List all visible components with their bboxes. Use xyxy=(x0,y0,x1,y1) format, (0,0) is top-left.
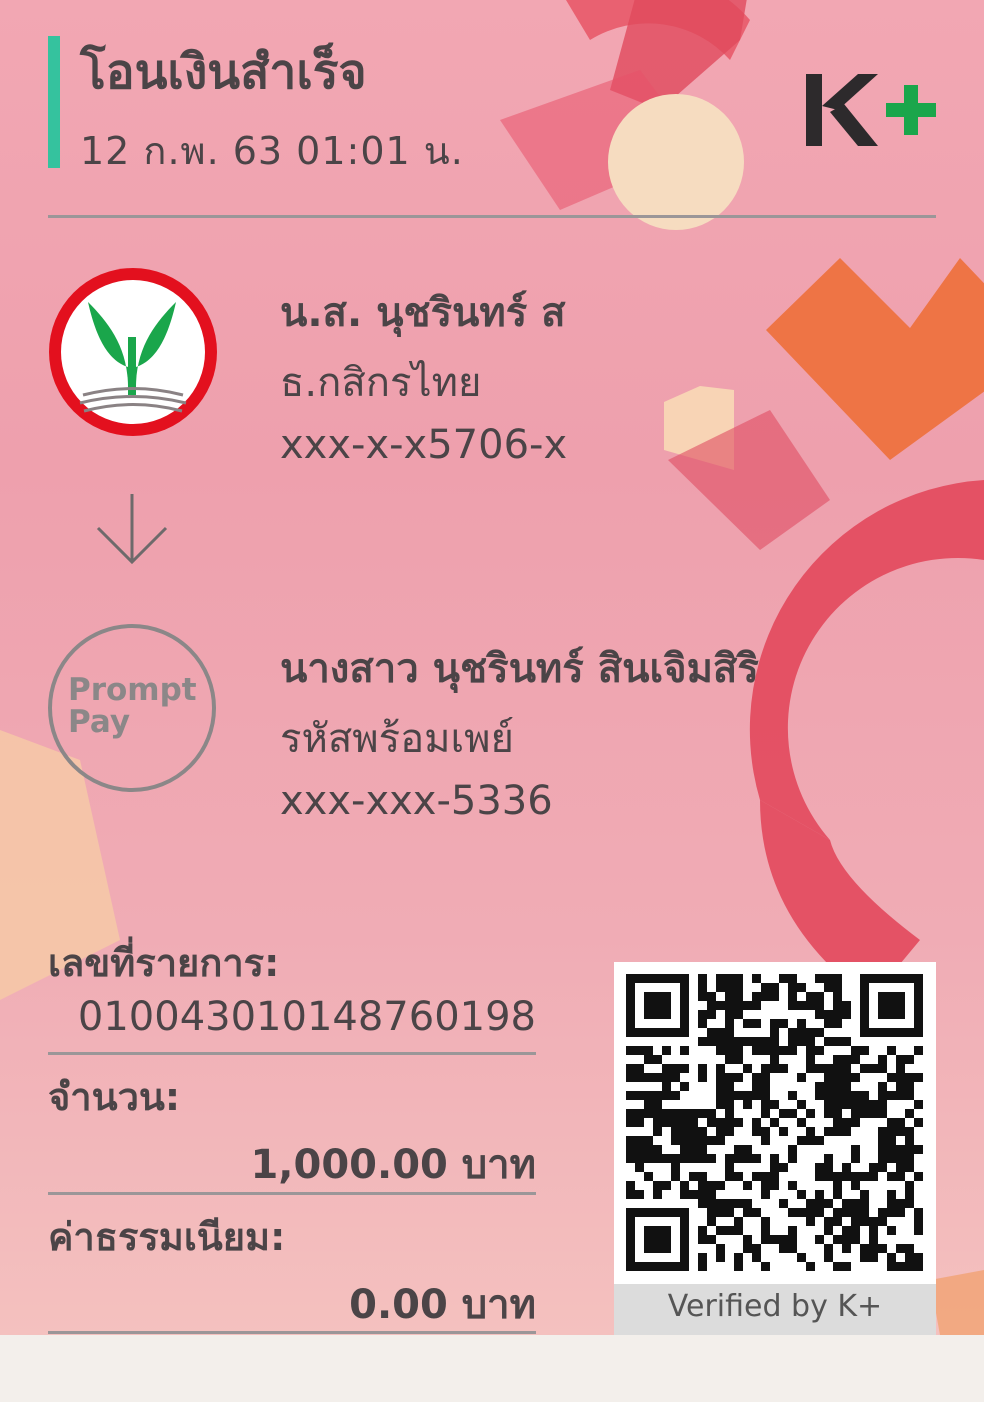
amount-label: จำนวน: xyxy=(48,1075,181,1119)
transaction-datetime: 12 ก.พ. 63 01:01 น. xyxy=(80,129,464,173)
page-title: โอนเงินสำเร็จ xyxy=(80,44,367,100)
reference-label: เลขที่รายการ: xyxy=(48,941,280,985)
receiver-name: นางสาว นุชรินทร์ สินเจิมสิริ xyxy=(280,646,759,692)
receiver-type: รหัสพร้อมเพย์ xyxy=(280,716,514,762)
verified-caption: Verified by K+ xyxy=(614,1284,936,1335)
reference-value: 010043010148760198 xyxy=(77,994,536,1040)
arrow-down-icon xyxy=(96,494,168,565)
header-divider xyxy=(48,215,936,218)
receiver-account: xxx-xxx-5336 xyxy=(280,778,553,824)
accent-bar xyxy=(48,36,60,168)
fee-separator xyxy=(48,1331,536,1334)
amount-value: 1,000.00 บาท xyxy=(250,1142,536,1188)
fee-value: 0.00 บาท xyxy=(349,1282,536,1328)
sender-account: xxx-x-x5706-x xyxy=(280,422,568,468)
kplus-logo xyxy=(806,74,936,146)
kasikorn-bank-icon xyxy=(49,268,217,436)
sender-name: น.ส. นุชรินทร์ ส xyxy=(280,290,566,336)
promptpay-icon: Prompt Pay xyxy=(48,624,216,792)
qr-code xyxy=(614,962,936,1284)
sender-bank: ธ.กสิกรไทย xyxy=(280,360,482,406)
fee-label: ค่าธรรมเนียม: xyxy=(48,1215,286,1259)
transfer-slip: โอนเงินสำเร็จ 12 ก.พ. 63 01:01 น. น.ส. น… xyxy=(0,0,984,1335)
amount-separator xyxy=(48,1192,536,1195)
reference-separator xyxy=(48,1052,536,1055)
